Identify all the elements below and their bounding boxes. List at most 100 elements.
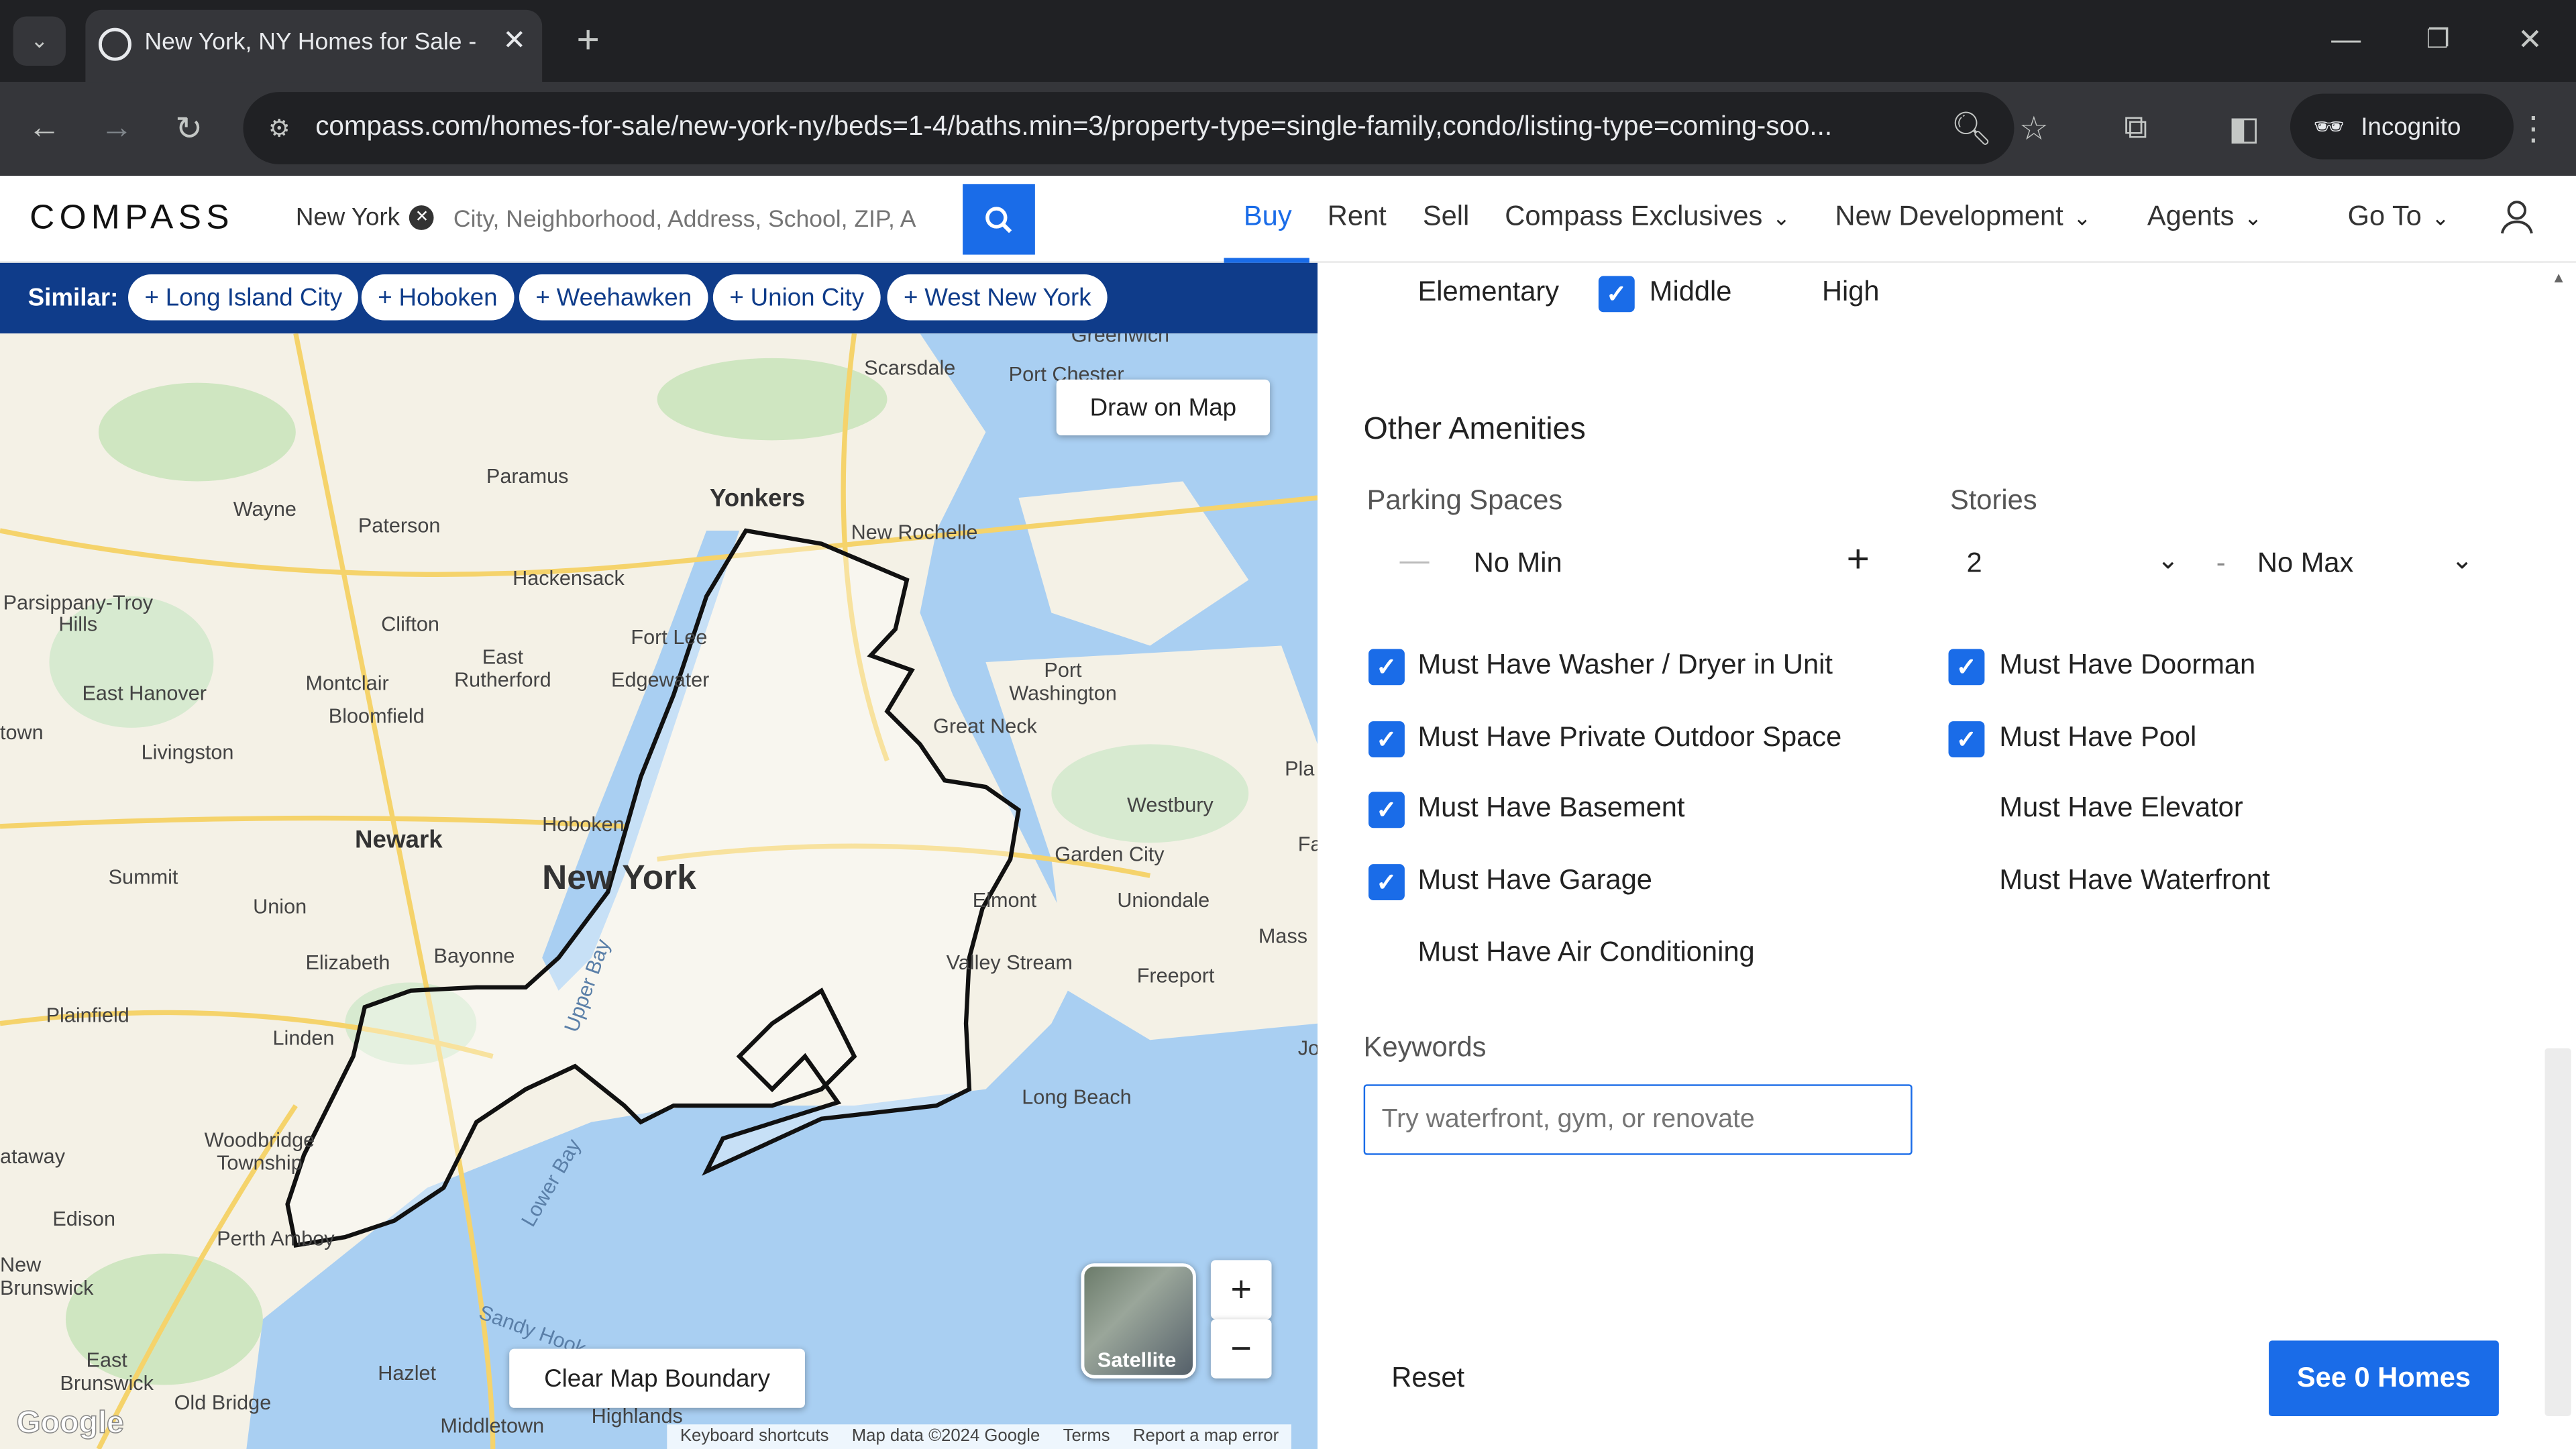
parking-stepper[interactable]: — No Min + <box>1367 534 1899 593</box>
browser-tab[interactable]: New York, NY Homes for Sale - ✕ <box>85 9 543 83</box>
tab-search-icon[interactable]: ⌄ <box>13 16 66 66</box>
incognito-badge[interactable]: 🕶︎ Incognito <box>2290 93 2514 160</box>
chevron-down-icon: ⌄ <box>2073 205 2092 230</box>
zoom-out-button[interactable]: − <box>1210 1319 1272 1379</box>
stories-label: Stories <box>1949 484 2037 516</box>
map-data-credit: Map data ©2024 Google <box>851 1426 1040 1446</box>
minimize-icon[interactable]: — <box>2323 13 2369 66</box>
reset-button[interactable]: Reset <box>1391 1362 1464 1395</box>
chevron-down-icon: ⌄ <box>1772 205 1790 230</box>
keyboard-shortcuts-link[interactable]: Keyboard shortcuts <box>680 1426 829 1448</box>
terms-link[interactable]: Terms <box>1063 1426 1110 1448</box>
search-input[interactable] <box>453 195 963 245</box>
increment-parking-icon[interactable]: + <box>1847 537 1870 584</box>
chevron-down-icon: ⌄ <box>2244 205 2262 230</box>
stories-max-select[interactable]: No Max ⌄ <box>2241 534 2483 593</box>
parking-spaces-label: Parking Spaces <box>1366 484 1563 516</box>
chevron-down-icon: ⌄ <box>2157 547 2180 576</box>
garage-checkbox[interactable]: ✓ <box>1368 864 1405 901</box>
nav-agents[interactable]: Agents ⌄ <box>2147 201 2262 233</box>
nav-active-underline <box>1224 258 1309 263</box>
chevron-down-icon: ⌄ <box>2431 205 2450 230</box>
side-panel-icon[interactable]: ◧ <box>2224 105 2264 152</box>
washer-dryer-label[interactable]: Must Have Washer / Dryer in Unit <box>1417 649 1832 682</box>
nav-compass-exclusives[interactable]: Compass Exclusives ⌄ <box>1505 201 1790 233</box>
stories-min-select[interactable]: 2 ⌄ <box>1950 534 2193 593</box>
site-header: COMPASS New York ✕ Buy Rent Sell Compass… <box>0 176 2576 263</box>
back-icon[interactable]: ← <box>19 103 68 152</box>
zoom-in-button[interactable]: + <box>1210 1260 1272 1320</box>
satellite-label: Satellite <box>1097 1348 1177 1372</box>
school-level-elementary[interactable]: Elementary <box>1417 276 1559 309</box>
bookmark-star-icon[interactable]: ☆ <box>2014 105 2053 152</box>
garage-label[interactable]: Must Have Garage <box>1417 864 1652 897</box>
reload-icon[interactable]: ↻ <box>164 103 213 152</box>
restore-icon[interactable]: ❐ <box>2415 13 2461 66</box>
url-text: compass.com/homes-for-sale/new-york-ny/b… <box>315 111 1833 142</box>
nav-new-development[interactable]: New Development ⌄ <box>1835 201 2092 233</box>
nav-go-to[interactable]: Go To ⌄ <box>2348 201 2450 233</box>
keywords-input[interactable] <box>1363 1084 1913 1155</box>
clear-map-boundary-button[interactable]: Clear Map Boundary <box>509 1348 806 1408</box>
see-homes-button[interactable]: See 0 Homes <box>2269 1340 2499 1417</box>
pool-label[interactable]: Must Have Pool <box>1999 721 2196 754</box>
school-level-high[interactable]: High <box>1822 276 1880 309</box>
remove-location-icon[interactable]: ✕ <box>409 205 435 230</box>
location-chip[interactable]: New York ✕ <box>295 203 435 232</box>
school-level-middle[interactable]: Middle <box>1650 276 1732 309</box>
keywords-label: Keywords <box>1363 1031 1487 1063</box>
close-window-icon[interactable]: ✕ <box>2507 13 2553 66</box>
nav-buy[interactable]: Buy <box>1244 201 1292 233</box>
similar-bar: Similar: + Long Island City + Hoboken + Wee… <box>0 262 1318 334</box>
chrome-menu-icon[interactable]: ⋮ <box>2514 105 2553 152</box>
similar-chip-hoboken[interactable]: + Hoboken <box>361 274 515 321</box>
similar-chip-long-island-city[interactable]: + Long Island City <box>128 274 359 321</box>
map-footer: Keyboard shortcuts Map data ©2024 Google… <box>667 1424 1292 1449</box>
new-tab-icon[interactable]: + <box>565 16 611 65</box>
zoom-icon[interactable]: 🔍︎ <box>1951 105 1992 152</box>
extensions-icon[interactable]: ⧉ <box>2116 105 2155 152</box>
similar-chip-weehawken[interactable]: + Weehawken <box>519 274 708 321</box>
air-conditioning-label[interactable]: Must Have Air Conditioning <box>1417 936 1754 969</box>
draw-on-map-button[interactable]: Draw on Map <box>1056 379 1271 435</box>
report-map-error-link[interactable]: Report a map error <box>1133 1426 1279 1448</box>
panel-scrollbar[interactable]: ▲ <box>2543 262 2576 1449</box>
basement-checkbox[interactable]: ✓ <box>1368 792 1405 828</box>
search-icon <box>985 206 1012 233</box>
parking-value: No Min <box>1473 547 1562 579</box>
address-bar[interactable]: ⚙ compass.com/homes-for-sale/new-york-ny… <box>243 92 2015 164</box>
similar-chip-union-city[interactable]: + Union City <box>712 274 881 321</box>
waterfront-label[interactable]: Must Have Waterfront <box>1999 864 2269 897</box>
nav-sell[interactable]: Sell <box>1423 201 1469 233</box>
search-button[interactable] <box>963 184 1035 255</box>
stories-separator: - <box>2216 547 2226 579</box>
site-info-icon[interactable]: ⚙ <box>256 105 303 152</box>
private-outdoor-space-label[interactable]: Must Have Private Outdoor Space <box>1417 721 1841 754</box>
location-chip-label: New York <box>295 203 400 232</box>
decrement-parking-icon[interactable]: — <box>1400 544 1430 578</box>
private-outdoor-space-checkbox[interactable]: ✓ <box>1368 721 1405 757</box>
similar-label: Similar: <box>28 284 119 313</box>
satellite-toggle[interactable]: Satellite <box>1081 1263 1196 1379</box>
google-logo: Google <box>16 1406 125 1442</box>
tab-title: New York, NY Homes for Sale - <box>144 30 477 56</box>
pool-checkbox[interactable]: ✓ <box>1948 721 1985 757</box>
scroll-up-icon[interactable]: ▲ <box>2551 270 2566 286</box>
map[interactable]: Scarsdale Port Chester Greenwich Paramus… <box>0 333 1318 1449</box>
user-account-icon[interactable] <box>2497 197 2536 237</box>
close-tab-icon[interactable]: ✕ <box>502 25 526 58</box>
elevator-label[interactable]: Must Have Elevator <box>1999 792 2243 824</box>
compass-logo[interactable]: COMPASS <box>30 199 234 238</box>
doorman-label[interactable]: Must Have Doorman <box>1999 649 2255 682</box>
scrollbar-thumb[interactable] <box>2544 1048 2571 1417</box>
basement-label[interactable]: Must Have Basement <box>1417 792 1684 824</box>
browser-tab-bar: ⌄ New York, NY Homes for Sale - ✕ + — ❐ … <box>0 0 2576 83</box>
washer-dryer-checkbox[interactable]: ✓ <box>1368 649 1405 686</box>
doorman-checkbox[interactable]: ✓ <box>1948 649 1985 686</box>
nav-rent[interactable]: Rent <box>1328 201 1387 233</box>
forward-icon[interactable]: → <box>92 103 141 152</box>
other-amenities-title: Other Amenities <box>1363 412 1586 447</box>
chevron-down-icon: ⌄ <box>2451 547 2473 576</box>
similar-chip-west-new-york[interactable]: + West New York <box>887 274 1108 321</box>
school-level-middle-checkbox[interactable]: ✓ <box>1598 276 1635 313</box>
